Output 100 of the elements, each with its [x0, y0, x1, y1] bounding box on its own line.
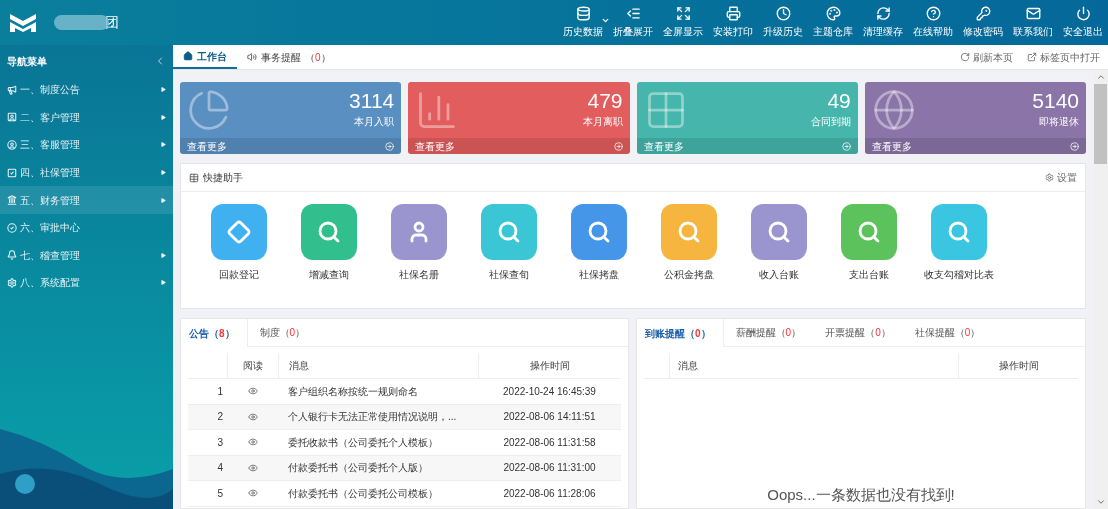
- table-cell-text: 个人银行卡无法正常使用情况说明，...: [287, 410, 458, 425]
- stat-value: 49: [827, 88, 851, 114]
- table-row[interactable]: 2 个人银行卡无法正常使用情况说明，... 2022-08-06 14:11:51: [188, 404, 621, 430]
- eye-icon[interactable]: [248, 437, 258, 448]
- table-cell-text: 客户组织名称按统一规则命名: [287, 384, 419, 399]
- toolbar-button[interactable]: 安装打印: [708, 0, 758, 45]
- table-row[interactable]: 4 付款委托书（公司委托个人版） 2022-08-06 11:31:00: [188, 455, 621, 481]
- column-header: 操作时间: [958, 353, 1078, 378]
- search-icon: [947, 220, 971, 244]
- settings-icon: [1045, 173, 1054, 182]
- toolbar-button[interactable]: 全屏显示: [658, 0, 708, 45]
- eye-icon[interactable]: [248, 386, 258, 397]
- arrow-right-icon: [385, 141, 395, 151]
- indent-icon: [625, 6, 641, 21]
- quick-launch-button[interactable]: 增减查询: [284, 204, 374, 282]
- search-icon: [857, 220, 881, 244]
- table-row[interactable]: 3 委托收款书（公司委托个人模板） 2022-08-06 11:31:58: [188, 430, 621, 456]
- table-cell-text: 付款委托书（公司委托公司模板）: [287, 486, 439, 501]
- sidebar-label: 三、客服管理: [20, 138, 80, 153]
- sidebar-item[interactable]: 一、制度公告: [0, 76, 173, 104]
- stat-label: 本月离职: [582, 115, 623, 129]
- page-action-link[interactable]: 标签页中打开: [1027, 49, 1100, 65]
- view-more-link[interactable]: 查看更多: [871, 138, 912, 154]
- globe-icon: [871, 88, 916, 132]
- table-cell-text: 2022-08-06 14:11:51: [502, 410, 597, 425]
- printer-icon: [725, 6, 741, 21]
- panel-tab[interactable]: 公告（8）: [181, 319, 248, 347]
- toolbar-button[interactable]: 主题仓库: [808, 0, 858, 45]
- scroll-up-icon[interactable]: [1095, 72, 1106, 82]
- search-icon: [587, 220, 611, 244]
- toolbar-button[interactable]: 在线帮助: [908, 0, 958, 45]
- scroll-down-icon[interactable]: [1095, 497, 1106, 507]
- panel-tab[interactable]: 社保提醒（0）: [902, 319, 993, 346]
- panel-tab[interactable]: 到账提醒（0）: [637, 319, 724, 347]
- key-icon: [975, 6, 991, 21]
- quick-launch-button[interactable]: 公积金拷盘: [644, 204, 734, 282]
- toolbar-button[interactable]: 升级历史: [758, 0, 808, 45]
- speaker-icon: [247, 52, 257, 62]
- panel-tab[interactable]: 制度（0）: [247, 319, 318, 346]
- row-number: 4: [216, 461, 224, 476]
- page-action-link[interactable]: 刷新本页: [960, 49, 1013, 65]
- external-link-icon: [1027, 52, 1037, 62]
- row-number: 1: [216, 384, 224, 399]
- refresh-icon: [875, 6, 891, 21]
- sidebar-label: 五、财务管理: [20, 193, 80, 208]
- settings-icon: [7, 277, 17, 288]
- row-number: 5: [216, 486, 224, 501]
- scroll-thumb[interactable]: [1094, 84, 1107, 164]
- arrow-right-icon: [613, 141, 623, 151]
- sidebar-item[interactable]: 七、稽查管理: [0, 241, 173, 270]
- column-header: 消息: [677, 359, 699, 373]
- expand-icon: [675, 6, 691, 21]
- table-row[interactable]: 5 付款委托书（公司委托公司模板） 2022-08-06 11:28:06: [188, 481, 621, 507]
- quick-launch-button[interactable]: 社保名册: [374, 204, 464, 282]
- table-cell-text: 2022-08-06 11:31:58: [502, 435, 597, 450]
- view-more-link[interactable]: 查看更多: [187, 138, 227, 154]
- megaphone-icon: [7, 84, 17, 95]
- sidebar-item[interactable]: 六、审批中心: [0, 213, 173, 242]
- quick-launch-button[interactable]: 支出台账: [824, 204, 914, 282]
- sidebar-label: 八、系统配置: [20, 276, 80, 291]
- panel-tab[interactable]: 开票提醒（0）: [813, 319, 903, 346]
- sidebar-title: 导航菜单: [7, 54, 47, 69]
- view-more-link[interactable]: 查看更多: [415, 138, 456, 154]
- toolbar-button[interactable]: 清理缓存: [858, 0, 908, 45]
- page-tab[interactable]: 事务提醒 （0）: [237, 45, 341, 69]
- table-cell-text: 2022-10-24 16:45:39: [502, 384, 597, 399]
- sidebar-label: 一、制度公告: [20, 83, 80, 98]
- eye-icon[interactable]: [248, 462, 258, 473]
- quick-launch-button[interactable]: 收支勾稽对比表: [914, 204, 1004, 282]
- panel-tab[interactable]: 薪酬提醒（0）: [723, 319, 814, 346]
- stat-value: 5140: [1032, 88, 1079, 114]
- refresh-icon: [960, 52, 970, 62]
- eye-icon[interactable]: [248, 488, 258, 499]
- stat-label: 即将退休: [1039, 115, 1079, 129]
- sidebar-item[interactable]: 五、财务管理: [0, 186, 173, 214]
- sidebar-label: 二、客户管理: [20, 110, 80, 125]
- sidebar-item[interactable]: 八、系统配置: [0, 269, 173, 297]
- search-icon: [317, 220, 341, 244]
- arrow-right-icon: [841, 141, 851, 151]
- toolbar-button[interactable]: 历史数据: [558, 0, 608, 45]
- settings-button[interactable]: 设置: [1045, 170, 1077, 185]
- eye-icon[interactable]: [248, 411, 258, 422]
- quick-launch-button[interactable]: 社保拷盘: [554, 204, 644, 282]
- panel-title: 快捷助手: [203, 171, 243, 185]
- quick-launch-button[interactable]: 社保查旬: [464, 204, 554, 282]
- sidebar-item[interactable]: 三、客服管理: [0, 131, 173, 159]
- column-header: 操作时间: [478, 353, 621, 378]
- sidebar-item[interactable]: 四、社保管理: [0, 158, 173, 187]
- toolbar-button[interactable]: 折叠展开: [608, 0, 658, 45]
- logo-icon: [9, 12, 37, 33]
- table-row[interactable]: 1 客户组织名称按统一规则命名 2022-10-24 16:45:39: [188, 379, 621, 405]
- empty-state-message: Oops...一条数据也没有找到!: [767, 484, 955, 505]
- quick-launch-button[interactable]: 回款登记: [194, 204, 284, 282]
- toolbar-button[interactable]: 安全退出: [1058, 0, 1108, 45]
- home-icon: [183, 51, 193, 61]
- sidebar-item[interactable]: 二、客户管理: [0, 103, 173, 132]
- toolbar-button[interactable]: 修改密码: [958, 0, 1008, 45]
- page-tab[interactable]: 工作台: [173, 45, 237, 69]
- toolbar-button[interactable]: 联系我们: [1008, 0, 1058, 45]
- quick-launch-button[interactable]: 收入台账: [734, 204, 824, 282]
